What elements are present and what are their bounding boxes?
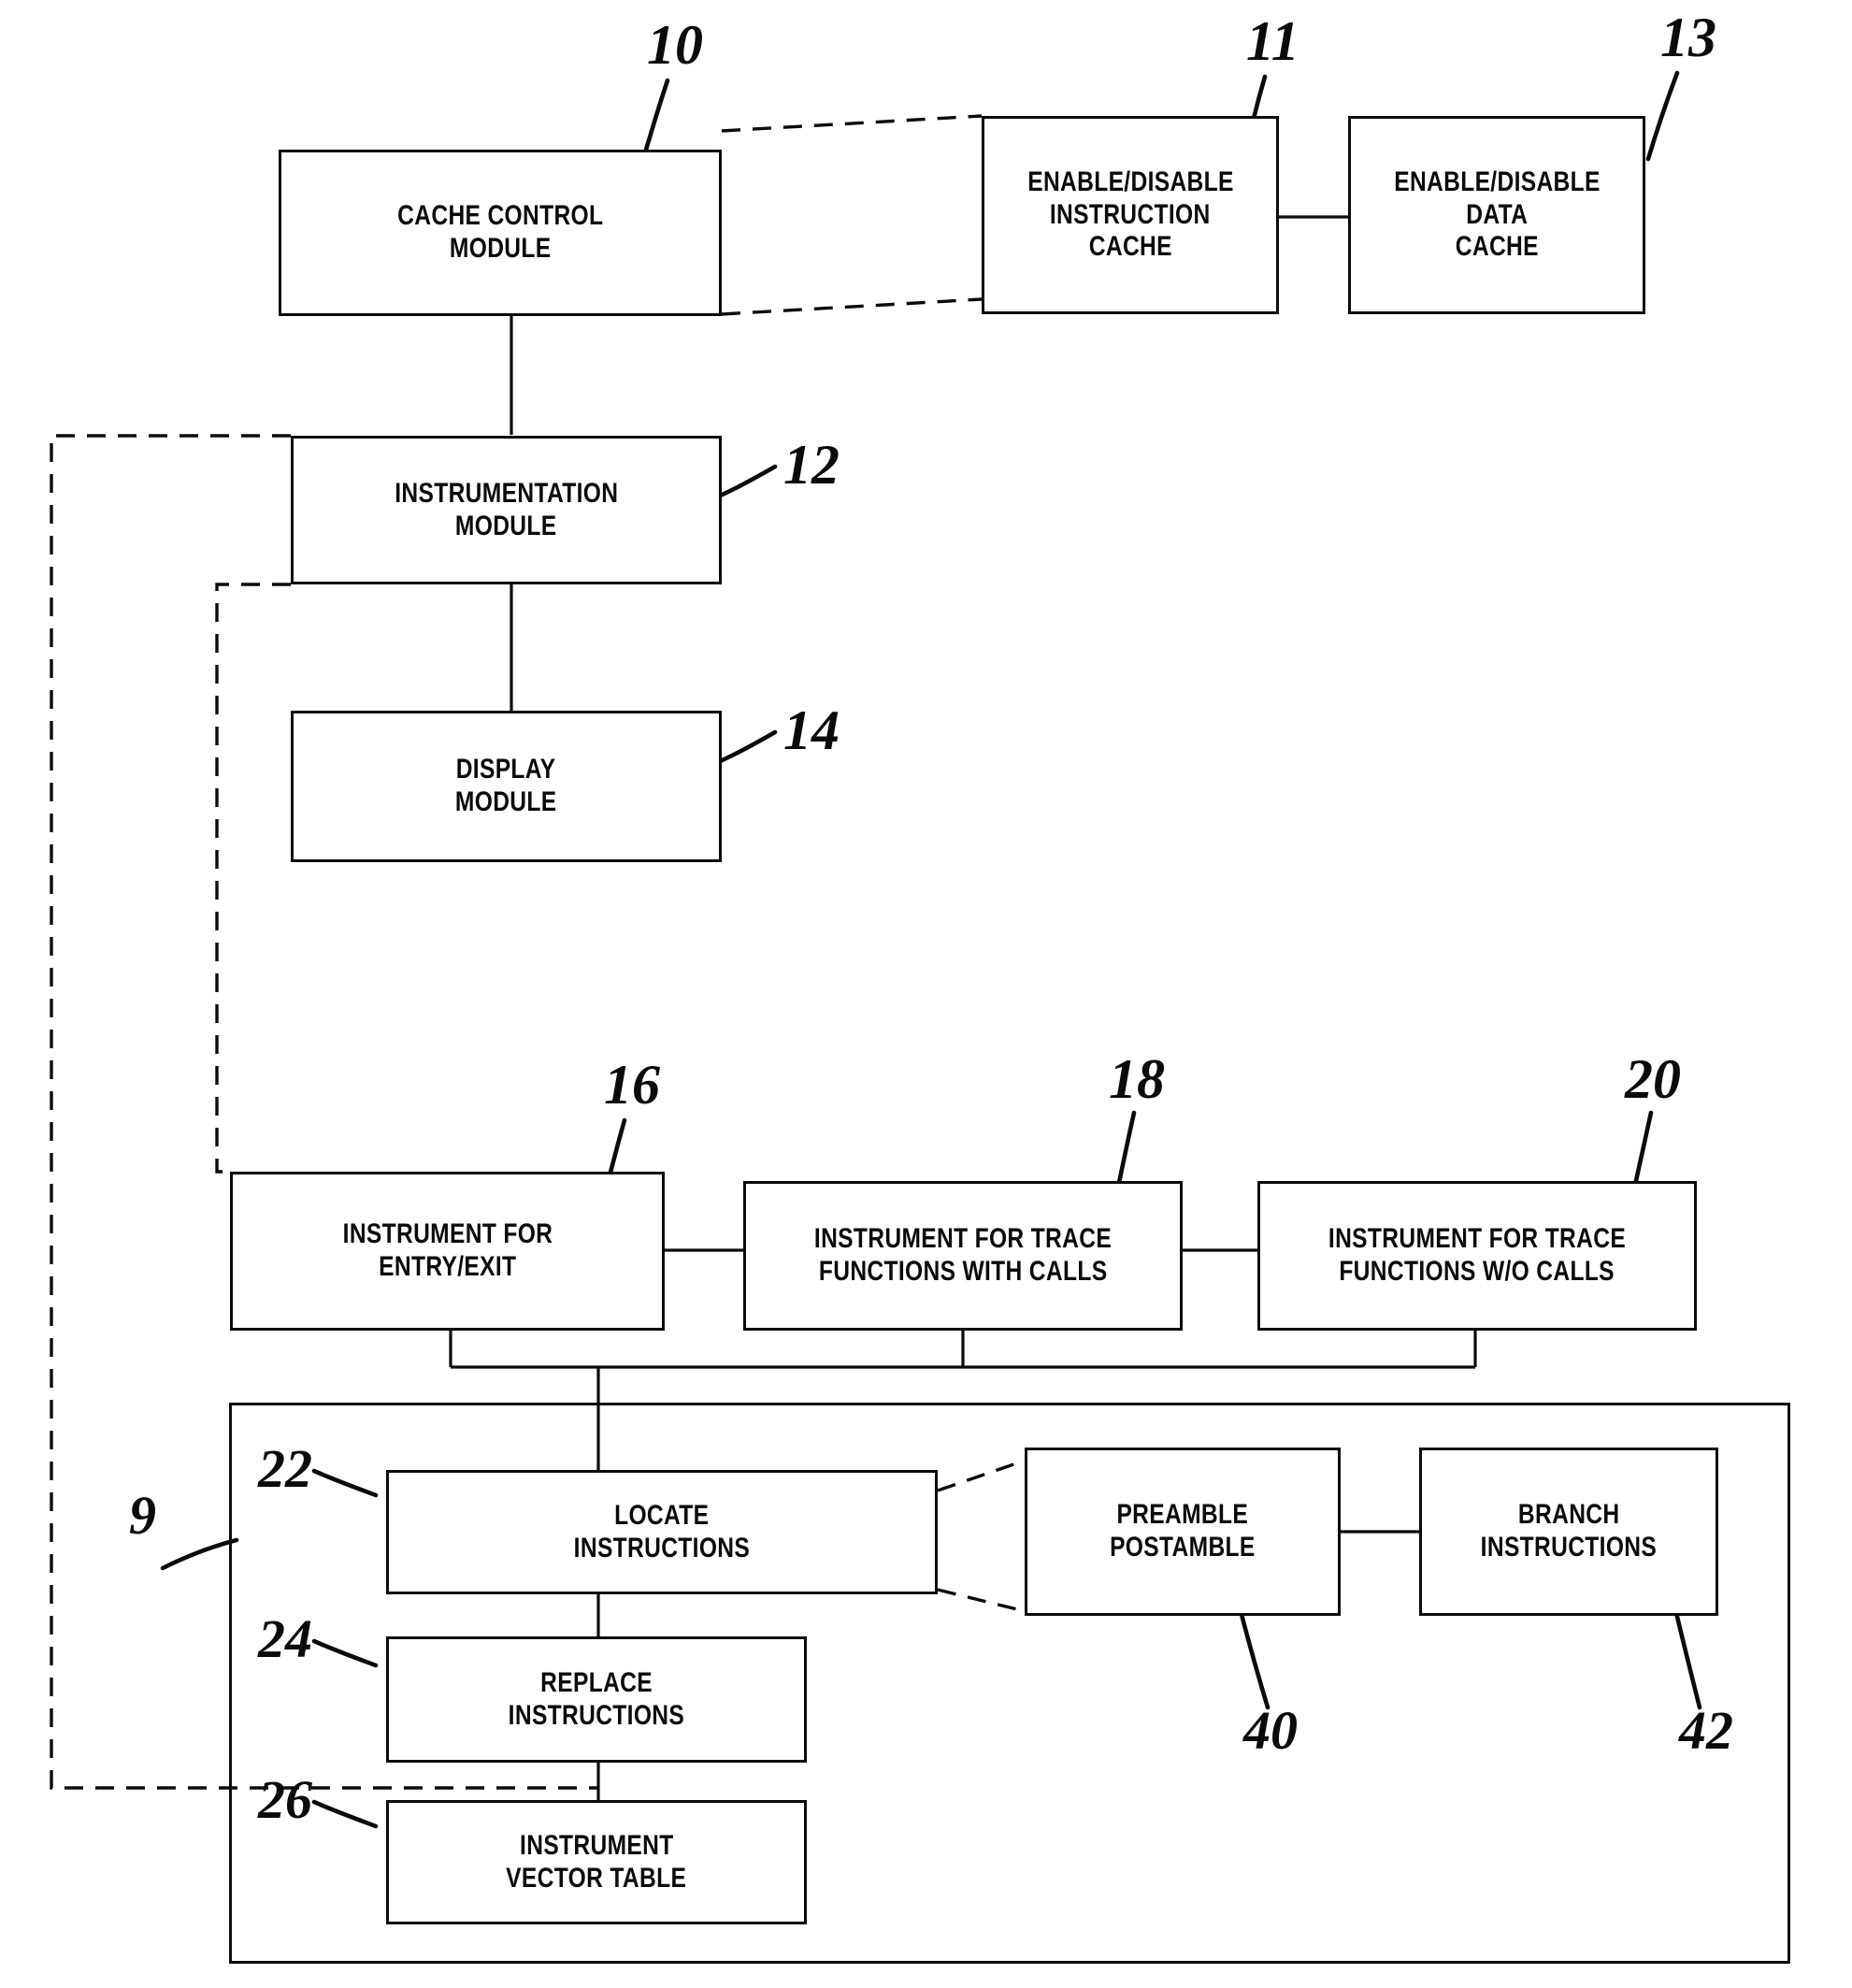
block-locate-instructions[interactable]: LOCATE INSTRUCTIONS — [386, 1470, 938, 1594]
block-instrument-vector-table[interactable]: INSTRUMENT VECTOR TABLE — [386, 1800, 807, 1924]
reference-numeral-22: 22 — [258, 1438, 312, 1499]
block-instrument-trace-functions-with-calls[interactable]: INSTRUMENT FOR TRACE FUNCTIONS WITH CALL… — [743, 1181, 1183, 1331]
reference-numeral-20: 20 — [1625, 1048, 1681, 1110]
block-label-line2: MODULE — [449, 233, 552, 264]
block-label-line2: FUNCTIONS WITH CALLS — [818, 1256, 1108, 1287]
block-label-line2: FUNCTIONS W/O CALLS — [1339, 1256, 1615, 1287]
block-label-line1: ENABLE/DISABLE — [1026, 166, 1234, 197]
block-label-line1: LOCATE — [614, 1499, 710, 1531]
block-label-line1: INSTRUMENT — [519, 1829, 674, 1861]
block-replace-instructions[interactable]: REPLACE INSTRUCTIONS — [386, 1636, 807, 1763]
block-label-line2: INSTRUCTIONS — [573, 1532, 751, 1563]
block-label-line1: INSTRUMENT FOR — [342, 1218, 553, 1250]
block-label-line1: INSTRUMENTATION — [394, 477, 619, 509]
reference-numeral-26: 26 — [258, 1769, 312, 1830]
block-enable-disable-instruction-cache[interactable]: ENABLE/DISABLE INSTRUCTION CACHE — [982, 116, 1279, 314]
leader-ref-13 — [1645, 70, 1680, 162]
block-label-line1: INSTRUMENT FOR TRACE — [1328, 1223, 1627, 1255]
block-instrumentation-module[interactable]: INSTRUMENTATION MODULE — [291, 436, 722, 584]
block-instrument-trace-functions-wo-calls[interactable]: INSTRUMENT FOR TRACE FUNCTIONS W/O CALLS — [1257, 1181, 1697, 1331]
block-preamble-postamble[interactable]: PREAMBLE POSTAMBLE — [1025, 1448, 1341, 1616]
reference-numeral-11: 11 — [1246, 10, 1299, 72]
block-label-line2: POSTAMBLE — [1110, 1532, 1256, 1563]
block-label-line3: CACHE — [1455, 231, 1539, 263]
patent-figure-canvas: CACHE CONTROL MODULE ENABLE/DISABLE INST… — [0, 0, 1852, 1988]
block-label-line2: MODULE — [455, 786, 557, 817]
block-label-line2: VECTOR TABLE — [506, 1862, 687, 1894]
reference-numeral-12: 12 — [783, 434, 840, 496]
block-label-line2: INSTRUCTION — [1050, 198, 1211, 230]
block-enable-disable-data-cache[interactable]: ENABLE/DISABLE DATA CACHE — [1348, 116, 1645, 314]
dashed-feedback-inner-instrumentation-to-entryexit — [215, 583, 291, 1174]
block-label-line2: ENTRY/EXIT — [378, 1251, 517, 1282]
reference-numeral-42: 42 — [1679, 1700, 1733, 1761]
reference-numeral-10: 10 — [647, 14, 703, 76]
block-cache-control-module[interactable]: CACHE CONTROL MODULE — [279, 150, 722, 316]
block-label-line2: INSTRUCTIONS — [1480, 1532, 1658, 1563]
dashed-cache-to-instrcache-top — [721, 114, 983, 133]
reference-numeral-16: 16 — [604, 1054, 660, 1116]
block-label-line1: CACHE CONTROL — [396, 200, 604, 232]
block-branch-instructions[interactable]: BRANCH INSTRUCTIONS — [1419, 1448, 1718, 1616]
leader-ref-9 — [160, 1537, 239, 1571]
block-label-line1: INSTRUMENT FOR TRACE — [813, 1223, 1113, 1255]
block-label-line1: ENABLE/DISABLE — [1393, 166, 1601, 197]
reference-numeral-9: 9 — [129, 1485, 156, 1546]
block-label-line1: REPLACE — [540, 1666, 653, 1698]
reference-numeral-14: 14 — [783, 699, 840, 761]
block-label-line2: DATA — [1466, 198, 1528, 230]
reference-numeral-40: 40 — [1243, 1700, 1298, 1761]
block-label-line3: CACHE — [1088, 231, 1172, 263]
block-label-line2: INSTRUCTIONS — [508, 1699, 685, 1731]
block-label-line2: MODULE — [455, 510, 557, 541]
block-label-line1: DISPLAY — [456, 754, 556, 785]
reference-numeral-13: 13 — [1660, 7, 1716, 68]
block-label-line1: PREAMBLE — [1116, 1499, 1249, 1531]
reference-numeral-18: 18 — [1109, 1048, 1165, 1110]
block-label-line1: BRANCH — [1517, 1499, 1620, 1531]
block-instrument-for-entry-exit[interactable]: INSTRUMENT FOR ENTRY/EXIT — [230, 1172, 665, 1331]
dashed-cache-to-instrcache-bottom — [721, 297, 983, 316]
reference-numeral-24: 24 — [258, 1608, 312, 1669]
block-display-module[interactable]: DISPLAY MODULE — [291, 711, 722, 862]
